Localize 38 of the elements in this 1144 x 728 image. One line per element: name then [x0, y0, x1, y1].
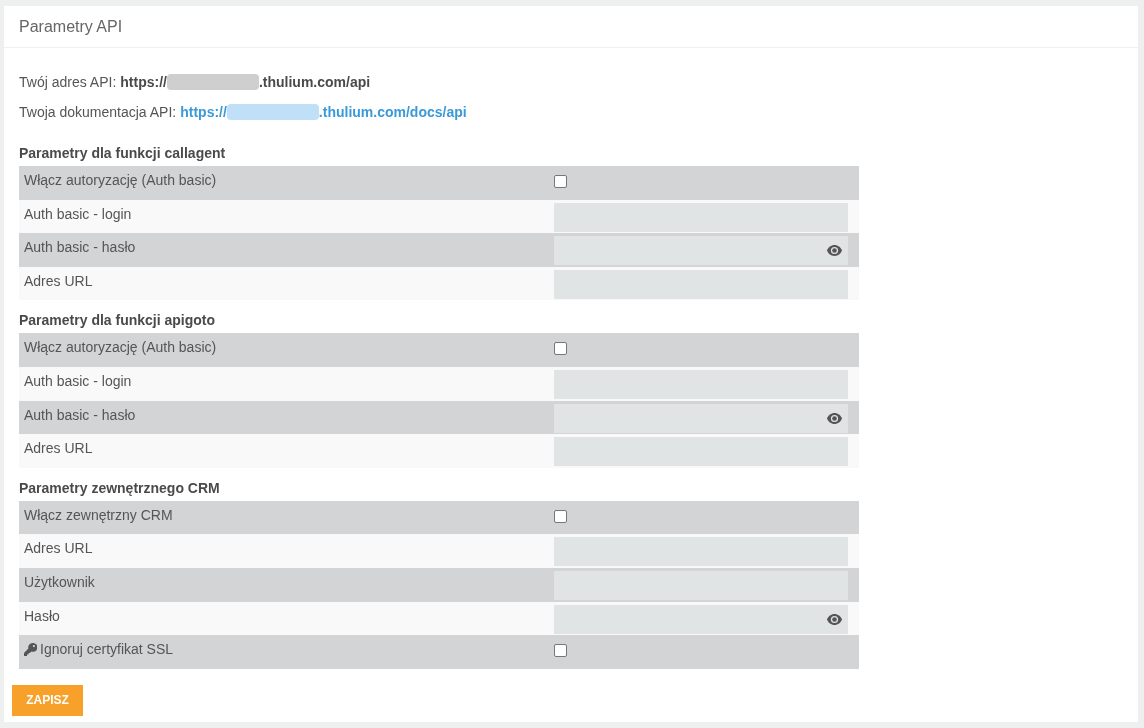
field-label: Hasło — [24, 606, 60, 626]
save-button[interactable]: ZAPISZ — [12, 684, 83, 716]
section-title: Parametry zewnętrznego CRM — [19, 478, 220, 498]
input-field[interactable] — [554, 202, 848, 232]
input-field[interactable] — [554, 269, 848, 299]
eye-icon[interactable] — [827, 245, 842, 257]
field-label: Włącz zewnętrzny CRM — [24, 505, 173, 525]
password-field[interactable] — [554, 604, 848, 634]
checkbox[interactable] — [554, 175, 567, 188]
input-field[interactable] — [554, 537, 848, 567]
info-label: Twój adres API: — [19, 73, 117, 92]
eye-icon[interactable] — [827, 613, 842, 625]
field-label: Auth basic - login — [24, 371, 132, 391]
input-field[interactable] — [554, 437, 848, 467]
panel-title: Parametry API — [19, 16, 123, 37]
field-label: Auth basic - hasło — [24, 238, 136, 258]
api-url-text: .thulium.com/api — [258, 73, 371, 92]
field-label: Włącz autoryzację (Auth basic) — [24, 171, 217, 190]
documentation-link[interactable]: https:// .thulium.com/docs/api — [180, 102, 467, 122]
field-label: Auth basic - login — [24, 204, 132, 224]
field-label: Adres URL — [24, 539, 93, 559]
checkbox[interactable] — [554, 509, 567, 523]
section-title: Parametry dla funkcji apigoto — [19, 311, 216, 331]
info-label: Twoja dokumentacja API: — [19, 103, 177, 122]
password-field[interactable] — [554, 403, 848, 433]
password-field[interactable] — [554, 236, 848, 266]
field-label: Włącz autoryzację (Auth basic) — [24, 338, 217, 358]
field-label: Użytkownik — [24, 572, 95, 592]
api-url-text: https:// — [120, 73, 167, 92]
input-field[interactable] — [554, 369, 848, 399]
eye-icon[interactable] — [827, 412, 842, 424]
field-label: Auth basic - hasło — [24, 405, 136, 425]
field-label: Adres URL — [24, 439, 93, 459]
field-label: Ignoruj certyfikat SSL — [40, 640, 174, 660]
checkbox[interactable] — [554, 342, 567, 356]
field-label: Adres URL — [24, 271, 93, 291]
section-title: Parametry dla funkcji callagent — [19, 144, 226, 163]
checkbox[interactable] — [554, 644, 567, 658]
